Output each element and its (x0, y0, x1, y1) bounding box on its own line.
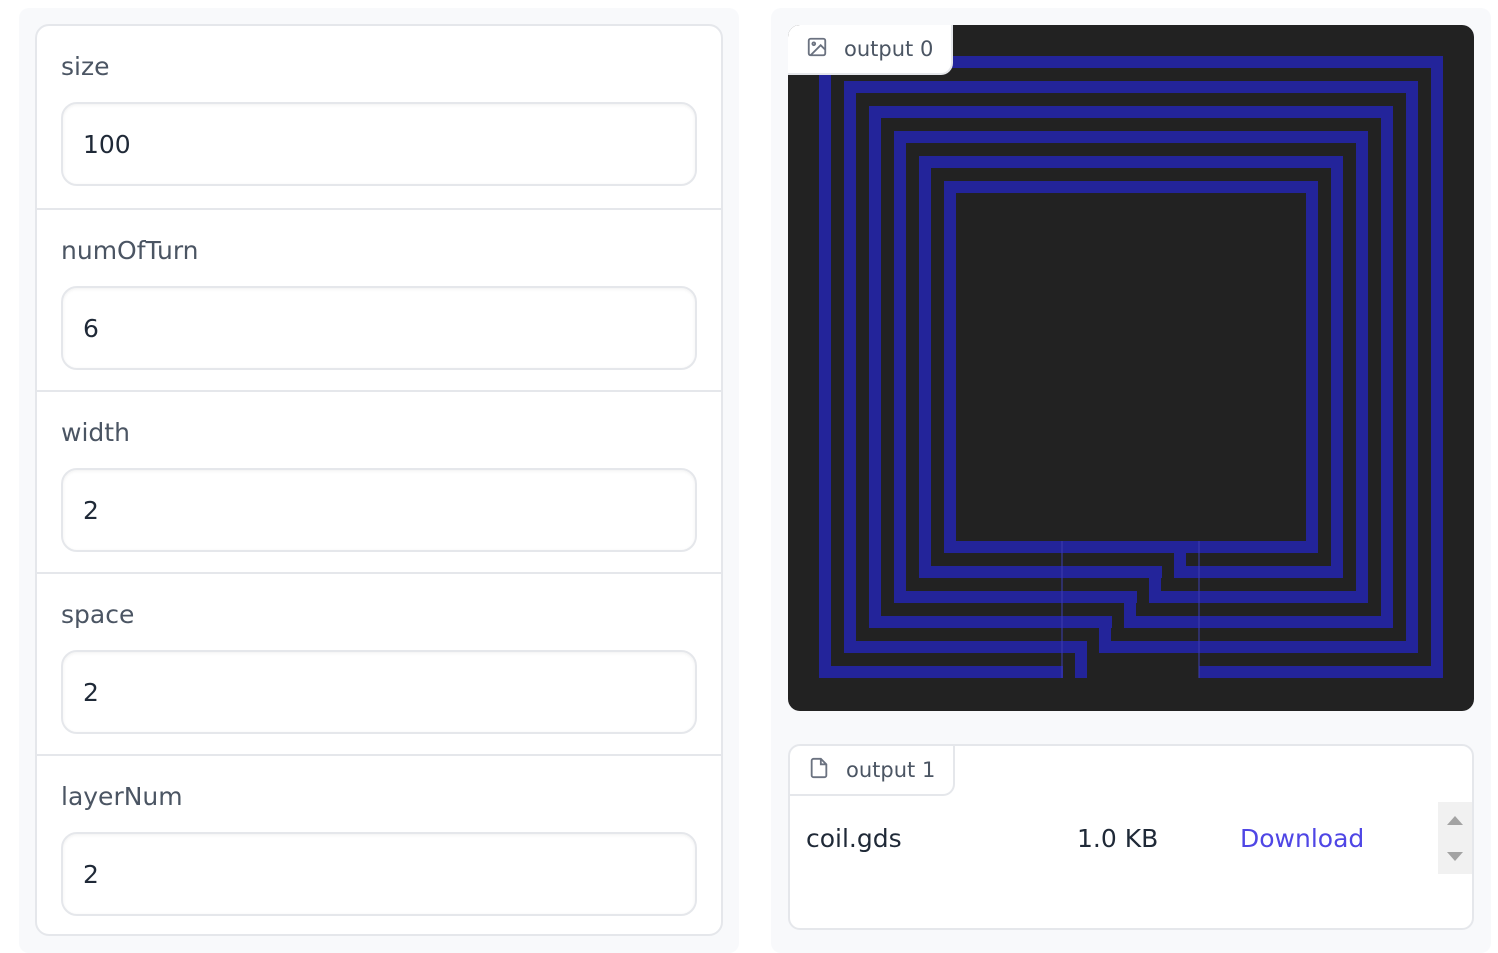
space-label: space (61, 600, 135, 629)
file-icon (808, 756, 830, 785)
output-1-tab: output 1 (790, 746, 956, 796)
output-image-panel: output 0 (788, 25, 1474, 711)
space-field: space (37, 572, 721, 754)
input-form: size numOfTurn width space layerNum (35, 24, 723, 936)
output-0-tab: output 0 (788, 25, 954, 75)
inputs-column: size numOfTurn width space layerNum (19, 8, 739, 953)
layernum-input[interactable] (61, 832, 697, 916)
width-field: width (37, 390, 721, 572)
file-list-scrollbar[interactable] (1438, 802, 1472, 874)
file-size: 1.0 KB (1077, 823, 1159, 853)
outputs-column: output 0 output 1 coil.gds 1.0 KB Downlo… (771, 8, 1491, 953)
size-field: size (37, 26, 721, 208)
numofturn-input[interactable] (61, 286, 697, 370)
file-row: coil.gds 1.0 KB Download (790, 802, 1440, 874)
numofturn-label: numOfTurn (61, 236, 199, 265)
image-icon (806, 36, 828, 63)
space-input[interactable] (61, 650, 697, 734)
size-input[interactable] (61, 102, 697, 186)
output-1-label: output 1 (846, 758, 936, 782)
layernum-label: layerNum (61, 782, 183, 811)
scroll-down-icon[interactable] (1447, 852, 1463, 861)
output-file-panel: output 1 coil.gds 1.0 KB Download (788, 744, 1474, 930)
width-input[interactable] (61, 468, 697, 552)
scroll-up-icon[interactable] (1447, 816, 1463, 825)
numofturn-field: numOfTurn (37, 208, 721, 390)
width-label: width (61, 418, 130, 447)
file-name: coil.gds (806, 823, 902, 853)
coil-image (819, 56, 1443, 678)
download-link[interactable]: Download (1240, 824, 1364, 853)
output-0-label: output 0 (844, 37, 934, 61)
size-label: size (61, 52, 110, 81)
layernum-field: layerNum (37, 754, 721, 934)
